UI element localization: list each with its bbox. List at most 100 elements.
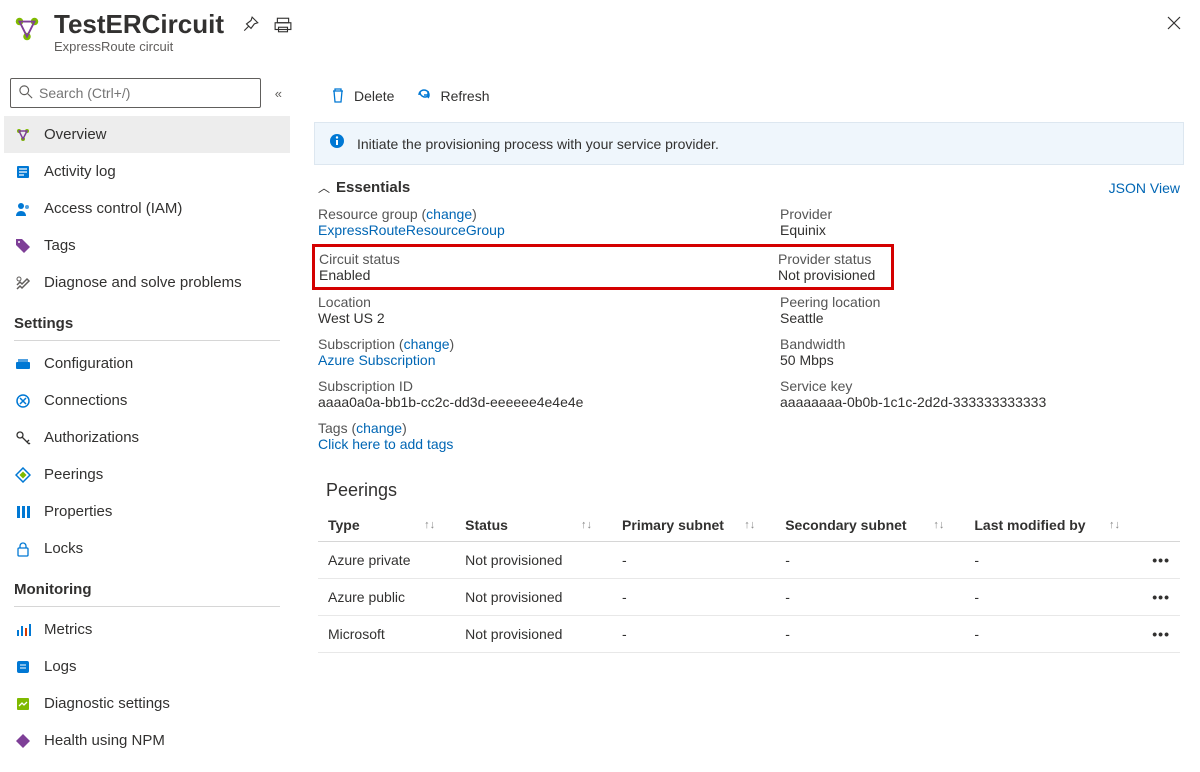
ess-label-text: Resource group ( xyxy=(318,206,426,222)
cell-type: Azure private xyxy=(318,542,455,579)
nav-locks[interactable]: Locks xyxy=(4,530,290,567)
nav-logs[interactable]: Logs xyxy=(4,648,290,685)
cell-primary: - xyxy=(612,542,775,579)
sort-icon: ↑↓ xyxy=(424,519,435,531)
nav-label: Properties xyxy=(44,503,112,520)
search-input[interactable] xyxy=(39,85,252,101)
json-view-link[interactable]: JSON View xyxy=(1109,180,1180,196)
ess-tags: Tags (change) Click here to add tags xyxy=(314,416,1184,458)
nav-label: Connections xyxy=(44,392,127,409)
nav-group-monitoring: Monitoring xyxy=(4,567,290,602)
ess-service-key: Service key aaaaaaaa-0b0b-1c1c-2d2d-3333… xyxy=(776,374,1184,416)
highlighted-status-right: Provider status Not provisioned xyxy=(774,244,894,290)
info-icon xyxy=(329,133,345,154)
nav-peerings[interactable]: Peerings xyxy=(4,456,290,493)
close-button[interactable] xyxy=(1166,14,1182,37)
row-actions[interactable]: ••• xyxy=(1140,542,1180,579)
nav-label: Peerings xyxy=(44,466,103,483)
chevron-up-icon: ︿ xyxy=(318,179,330,196)
nav-diagnose[interactable]: Diagnose and solve problems xyxy=(4,264,290,301)
col-secondary[interactable]: Secondary subnet↑↓ xyxy=(775,509,964,542)
table-row[interactable]: MicrosoftNot provisioned---••• xyxy=(318,616,1180,653)
configuration-icon xyxy=(14,355,32,373)
properties-icon xyxy=(14,503,32,521)
nav-label: Diagnostic settings xyxy=(44,695,170,712)
cell-modified: - xyxy=(964,579,1140,616)
ess-resource-group: Resource group (change) ExpressRouteReso… xyxy=(314,202,776,244)
nav-authorizations[interactable]: Authorizations xyxy=(4,419,290,456)
nav-properties[interactable]: Properties xyxy=(4,493,290,530)
nav-tags[interactable]: Tags xyxy=(4,227,290,264)
change-link[interactable]: change xyxy=(404,336,450,352)
metrics-icon xyxy=(14,621,32,639)
tags-icon xyxy=(14,237,32,255)
sort-icon: ↑↓ xyxy=(1109,519,1120,531)
cell-type: Microsoft xyxy=(318,616,455,653)
health-npm-icon xyxy=(14,732,32,750)
nav-activity-log[interactable]: Activity log xyxy=(4,153,290,190)
highlighted-status-left: Circuit status Enabled xyxy=(312,244,778,290)
col-actions xyxy=(1140,509,1180,542)
nav-metrics[interactable]: Metrics xyxy=(4,611,290,648)
essentials-header[interactable]: ︿ Essentials JSON View xyxy=(314,179,1184,196)
cell-secondary: - xyxy=(775,542,964,579)
nav-overview[interactable]: Overview xyxy=(4,116,290,153)
collapse-sidebar-icon[interactable]: « xyxy=(275,86,282,101)
logs-icon xyxy=(14,658,32,676)
table-row[interactable]: Azure privateNot provisioned---••• xyxy=(318,542,1180,579)
page-title: TestERCircuit xyxy=(54,10,224,39)
info-banner: Initiate the provisioning process with y… xyxy=(314,122,1184,165)
add-tags-link[interactable]: Click here to add tags xyxy=(318,436,1180,452)
nav-connections[interactable]: Connections xyxy=(4,382,290,419)
peerings-title: Peerings xyxy=(326,480,1180,501)
pin-icon[interactable] xyxy=(242,16,260,37)
row-actions[interactable]: ••• xyxy=(1140,616,1180,653)
peerings-table: Type↑↓ Status↑↓ Primary subnet↑↓ Seconda… xyxy=(318,509,1180,653)
nav-configuration[interactable]: Configuration xyxy=(4,345,290,382)
nav-label: Tags xyxy=(44,237,76,254)
ess-subscription-id: Subscription ID aaaa0a0a-bb1b-cc2c-dd3d-… xyxy=(314,374,776,416)
connections-icon xyxy=(14,392,32,410)
nav-diagnostic-settings[interactable]: Diagnostic settings xyxy=(4,685,290,722)
cell-status: Not provisioned xyxy=(455,542,612,579)
ess-value-link[interactable]: Azure Subscription xyxy=(318,352,772,368)
main-content: Delete Refresh Initiate the provisioning… xyxy=(300,0,1200,772)
refresh-icon xyxy=(416,87,432,106)
ess-circuit-status: Circuit status Enabled xyxy=(315,251,778,283)
delete-label: Delete xyxy=(354,88,394,104)
col-type[interactable]: Type↑↓ xyxy=(318,509,455,542)
cell-secondary: - xyxy=(775,616,964,653)
search-box[interactable] xyxy=(10,78,261,108)
change-link[interactable]: change xyxy=(426,206,472,222)
col-primary[interactable]: Primary subnet↑↓ xyxy=(612,509,775,542)
trash-icon xyxy=(330,87,346,106)
nav-label: Authorizations xyxy=(44,429,139,446)
nav-label: Logs xyxy=(44,658,77,675)
change-link[interactable]: change xyxy=(356,420,402,436)
nav-label: Metrics xyxy=(44,621,92,638)
cell-modified: - xyxy=(964,616,1140,653)
ess-bandwidth: Bandwidth 50 Mbps xyxy=(776,332,1184,374)
diagnose-icon xyxy=(14,274,32,292)
ess-value-link[interactable]: ExpressRouteResourceGroup xyxy=(318,222,772,238)
row-actions[interactable]: ••• xyxy=(1140,579,1180,616)
table-row[interactable]: Azure publicNot provisioned---••• xyxy=(318,579,1180,616)
cell-status: Not provisioned xyxy=(455,579,612,616)
delete-button[interactable]: Delete xyxy=(322,83,402,110)
nav-health-npm[interactable]: Health using NPM xyxy=(4,722,290,759)
nav-access-control[interactable]: Access control (IAM) xyxy=(4,190,290,227)
peerings-section: Peerings Type↑↓ Status↑↓ Primary subnet↑… xyxy=(314,480,1184,653)
print-icon[interactable] xyxy=(274,16,292,37)
page-subtitle: ExpressRoute circuit xyxy=(54,39,224,54)
cell-secondary: - xyxy=(775,579,964,616)
iam-icon xyxy=(14,200,32,218)
cell-type: Azure public xyxy=(318,579,455,616)
ess-location: Location West US 2 xyxy=(314,290,776,332)
col-status[interactable]: Status↑↓ xyxy=(455,509,612,542)
col-modified[interactable]: Last modified by↑↓ xyxy=(964,509,1140,542)
cell-primary: - xyxy=(612,579,775,616)
divider xyxy=(14,340,280,341)
refresh-button[interactable]: Refresh xyxy=(408,83,497,110)
ess-provider: Provider Equinix xyxy=(776,202,1184,244)
nav-label: Overview xyxy=(44,126,107,143)
